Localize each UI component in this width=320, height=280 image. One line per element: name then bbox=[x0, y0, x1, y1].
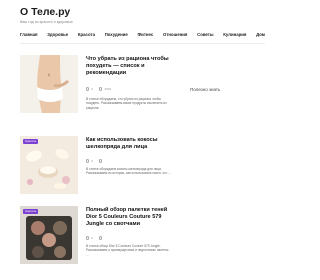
nav-item-home-decor[interactable]: Дом bbox=[256, 32, 265, 37]
nav-item-weight-loss[interactable]: Похудение bbox=[105, 32, 128, 37]
article-title[interactable]: Как использовать кокосы шелкопряда для л… bbox=[86, 137, 172, 151]
comment-icon bbox=[86, 87, 90, 91]
article-meta: 0 bbox=[86, 236, 104, 240]
article-thumbnail[interactable]: Красота bbox=[20, 206, 78, 264]
view-count: 3520 bbox=[104, 87, 112, 91]
nav-item-tips[interactable]: Советы bbox=[197, 32, 213, 37]
main-nav: Главная Здоровье Красота Похудение Фитне… bbox=[20, 32, 265, 37]
views-icon bbox=[99, 236, 103, 240]
silk-cocoons-image bbox=[20, 136, 78, 194]
views-icon bbox=[99, 87, 103, 91]
comment-count: 0 bbox=[91, 87, 94, 91]
article-excerpt: В статье обсуждаем, что убрать из рацион… bbox=[86, 97, 167, 110]
category-badge[interactable]: Красота bbox=[23, 209, 39, 215]
comment-icon bbox=[86, 236, 90, 240]
comment-count: 0 bbox=[91, 159, 94, 163]
article-excerpt: В статье обзор Dior 5 Couleurs Couture 5… bbox=[86, 244, 169, 257]
eyeshadow-palette-image bbox=[20, 206, 78, 264]
nav-item-relationships[interactable]: Отношения bbox=[163, 32, 187, 37]
site-header: О Теле.ру Ваш гид по красоте и здоровью bbox=[20, 6, 73, 24]
nav-item-fitness[interactable]: Фитнес bbox=[138, 32, 154, 37]
article-excerpt: В статье обсуждаем коконы шелкопряда для… bbox=[86, 167, 172, 176]
nav-divider bbox=[20, 43, 265, 44]
nav-item-home[interactable]: Главная bbox=[20, 32, 37, 37]
site-title[interactable]: О Теле.ру bbox=[20, 6, 73, 18]
comment-count: 0 bbox=[91, 236, 94, 240]
site-tagline: Ваш гид по красоте и здоровью bbox=[20, 20, 73, 24]
article-meta: 0 bbox=[86, 159, 104, 163]
nav-item-cooking[interactable]: Кулинария bbox=[223, 32, 246, 37]
article-card: Что убрать из рациона чтобы похудеть — с… bbox=[20, 55, 172, 125]
article-title[interactable]: Что убрать из рациона чтобы похудеть — с… bbox=[86, 56, 172, 78]
views-icon bbox=[99, 159, 103, 163]
nav-item-health[interactable]: Здоровье bbox=[47, 32, 68, 37]
article-meta: 0 3520 bbox=[86, 87, 111, 91]
article-card: Красота Как использовать кокосы шелкопря… bbox=[20, 136, 172, 206]
nav-item-beauty[interactable]: Красота bbox=[78, 32, 95, 37]
article-thumbnail[interactable] bbox=[20, 55, 78, 113]
article-card: Красота Полный обзор палетки теней Dior … bbox=[20, 206, 172, 276]
comment-icon bbox=[86, 159, 90, 163]
article-thumbnail[interactable]: Красота bbox=[20, 136, 78, 194]
article-title[interactable]: Полный обзор палетки теней Dior 5 Couleu… bbox=[86, 207, 172, 229]
sidebar-title: Полезно знать bbox=[190, 87, 221, 92]
category-badge[interactable]: Красота bbox=[23, 139, 39, 145]
slim-waist-image bbox=[20, 55, 78, 113]
